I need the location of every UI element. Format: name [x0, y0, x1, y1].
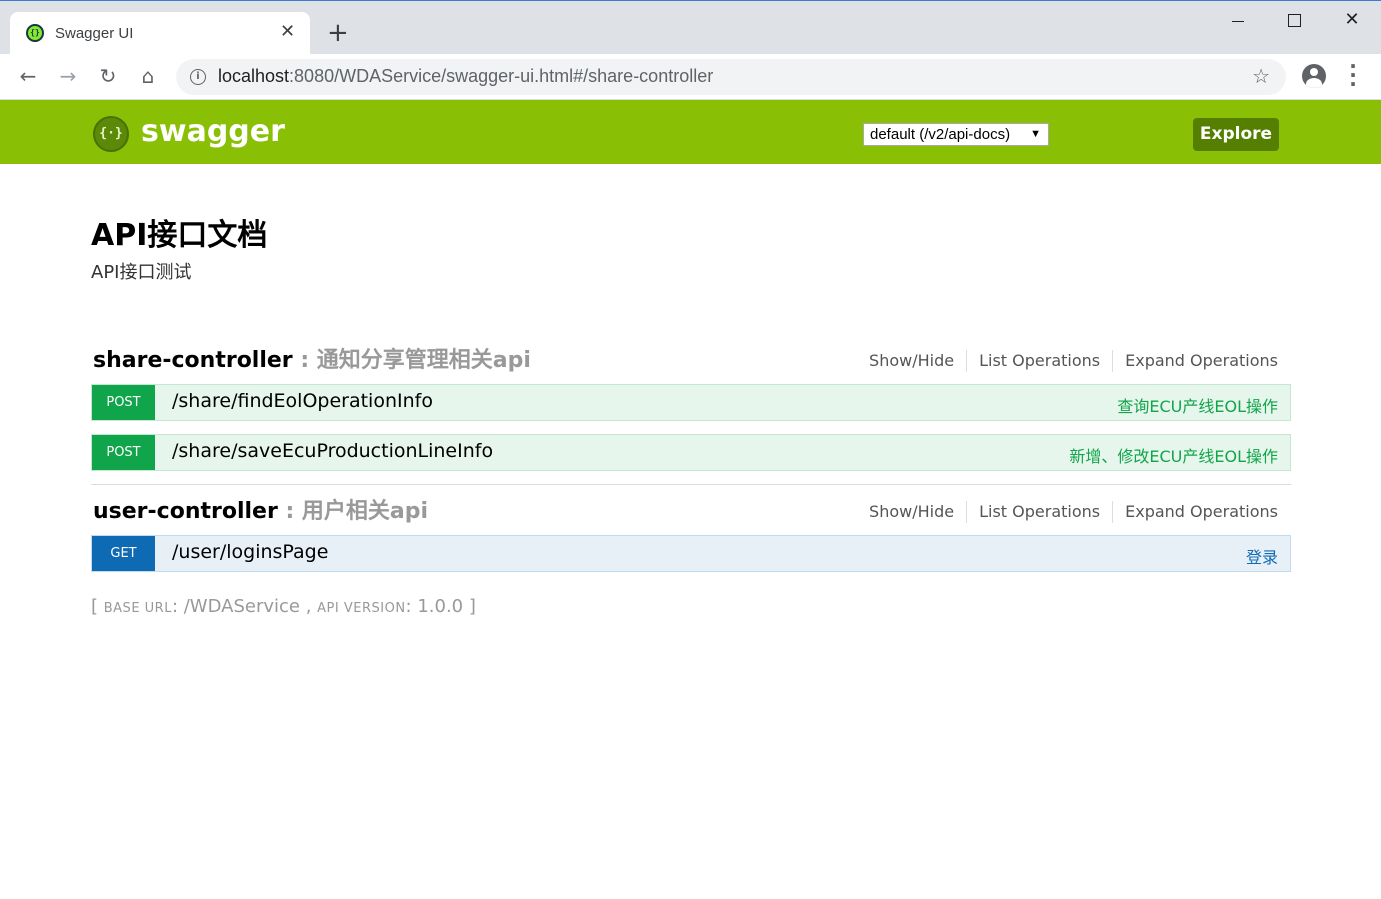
swagger-brand[interactable]: swagger [141, 114, 285, 149]
browser-menu-icon[interactable]: · · · [1345, 56, 1361, 94]
show-hide-link[interactable]: Show/Hide [857, 350, 968, 372]
http-method-badge[interactable]: POST [92, 385, 155, 420]
base-url-label: BASE URL [103, 601, 172, 616]
new-tab-button[interactable]: + [327, 20, 349, 46]
swagger-header: {·} swagger default (/v2/api-docs) ▼ Exp… [0, 100, 1381, 164]
back-arrow-icon[interactable]: ← [13, 62, 43, 92]
api-title: API接口文档 [91, 218, 268, 253]
url-text[interactable]: localhost:8080/WDAService/swagger-ui.htm… [218, 66, 713, 87]
base-url-info: [ BASE URL: /WDAService , API VERSION: 1… [91, 596, 476, 617]
base-url-value: : /WDAService , [171, 596, 318, 617]
browser-tab[interactable]: {} Swagger UI ✕ [10, 12, 310, 55]
operation-row[interactable]: POST /share/saveEcuProductionLineInfo 新增… [91, 434, 1291, 471]
operation-path[interactable]: /share/saveEcuProductionLineInfo [172, 440, 493, 462]
minimize-button[interactable] [1223, 9, 1253, 33]
footer-open-bracket: [ [91, 596, 104, 617]
operation-path[interactable]: /user/loginsPage [172, 541, 328, 563]
explore-button[interactable]: Explore [1193, 118, 1279, 151]
http-method-badge[interactable]: GET [92, 536, 155, 571]
resource-name[interactable]: share-controller [93, 348, 293, 373]
api-description: API接口测试 [91, 262, 192, 283]
resource-name[interactable]: user-controller [93, 499, 278, 524]
resource-heading[interactable]: user-controller : 用户相关api [93, 493, 428, 525]
resource-links: Show/Hide List Operations Expand Operation… [857, 350, 1278, 372]
swagger-logo-icon: {·} [93, 116, 129, 152]
operation-path[interactable]: /share/findEolOperationInfo [172, 390, 433, 412]
show-hide-link[interactable]: Show/Hide [857, 501, 968, 523]
browser-tabstrip: {} Swagger UI ✕ + ✕ [0, 0, 1381, 55]
list-operations-link[interactable]: List Operations [967, 350, 1114, 372]
operation-summary[interactable]: 查询ECU产线EOL操作 [1117, 393, 1278, 417]
tab-title: Swagger UI [55, 25, 134, 42]
api-version-value: : 1.0.0 ] [405, 596, 476, 617]
swagger-favicon-icon: {} [26, 24, 44, 42]
operation-summary[interactable]: 登录 [1246, 544, 1278, 568]
url-path: :8080/WDAService/swagger-ui.html#/share-… [289, 66, 714, 86]
list-operations-link[interactable]: List Operations [967, 501, 1114, 523]
profile-avatar-icon[interactable] [1302, 64, 1326, 88]
reload-icon[interactable]: ↻ [93, 62, 123, 92]
site-info-icon[interactable]: i [190, 69, 206, 85]
close-window-button[interactable]: ✕ [1337, 9, 1367, 33]
tab-close-icon[interactable]: ✕ [280, 22, 295, 42]
operation-summary[interactable]: 新增、修改ECU产线EOL操作 [1069, 443, 1278, 467]
bookmark-star-icon[interactable]: ☆ [1252, 64, 1270, 88]
spec-select-value: default (/v2/api-docs) [870, 126, 1011, 143]
http-method-badge[interactable]: POST [92, 435, 155, 470]
expand-operations-link[interactable]: Expand Operations [1113, 350, 1278, 372]
home-icon[interactable]: ⌂ [133, 62, 163, 92]
resource-share-controller: share-controller : 通知分享管理相关api Show/Hide… [91, 342, 1291, 472]
spec-select[interactable]: default (/v2/api-docs) ▼ [863, 123, 1049, 146]
expand-operations-link[interactable]: Expand Operations [1113, 501, 1278, 523]
resource-heading[interactable]: share-controller : 通知分享管理相关api [93, 342, 531, 374]
resource-user-controller: user-controller : 用户相关api Show/Hide List … [91, 493, 1291, 573]
dropdown-caret-icon: ▼ [1030, 128, 1041, 140]
maximize-button[interactable] [1279, 9, 1309, 33]
url-host: localhost [218, 66, 290, 86]
address-bar[interactable]: i localhost:8080/WDAService/swagger-ui.h… [176, 59, 1286, 95]
resource-links: Show/Hide List Operations Expand Operation… [857, 501, 1278, 523]
browser-toolbar: ← → ↻ ⌂ i localhost:8080/WDAService/swag… [0, 54, 1381, 100]
resource-description: : 用户相关api [277, 499, 429, 524]
api-version-label: API VERSION [317, 601, 406, 616]
operation-row[interactable]: GET /user/loginsPage 登录 [91, 535, 1291, 572]
resource-description: : 通知分享管理相关api [292, 348, 531, 373]
resource-divider [91, 484, 1291, 485]
operation-row[interactable]: POST /share/findEolOperationInfo 查询ECU产线… [91, 384, 1291, 421]
forward-arrow-icon[interactable]: → [53, 62, 83, 92]
